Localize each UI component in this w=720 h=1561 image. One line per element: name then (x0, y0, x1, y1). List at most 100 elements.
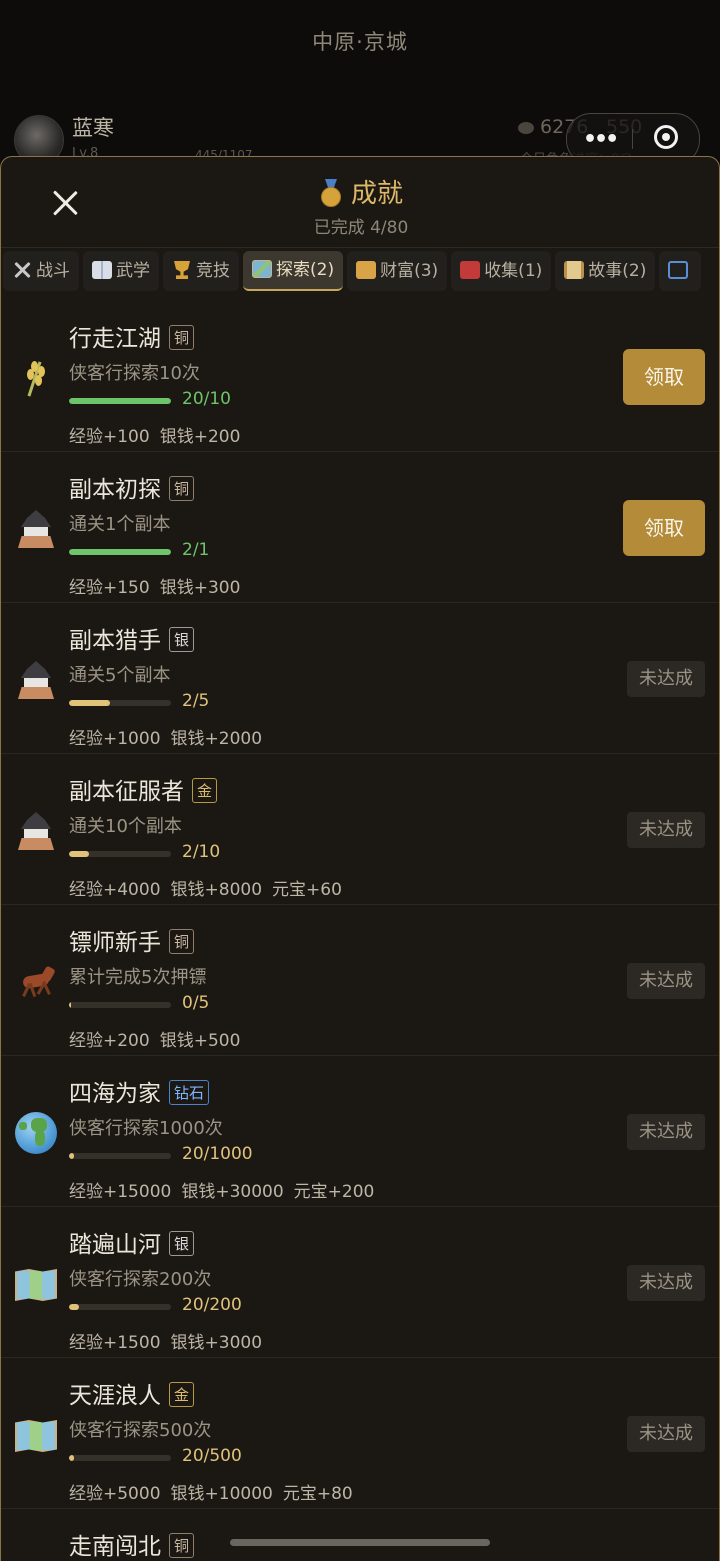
progress-bar (69, 1002, 171, 1008)
reward-exp: 经验+15000 (69, 1182, 172, 1202)
reward-silver: 银钱+2000 (170, 729, 263, 749)
achievement-row: 天涯浪人金 侠客行探索500次 20/500 经验+5000 银钱+10000 元宝… (1, 1358, 719, 1509)
tier-badge: 银 (169, 627, 195, 652)
tier-badge: 铜 (169, 929, 195, 954)
reward-line: 经验+15000 银钱+30000 元宝+200 (69, 1177, 384, 1202)
reward-ingot: 元宝+80 (282, 1484, 353, 1504)
achievement-title: 副本猎手 (69, 628, 161, 654)
achievement-sheet: 成就 已完成 4/80 战斗 武学 竞技 探索(2) 财富(3) 收集(1) 故事(2) 行… (0, 156, 720, 1561)
reward-ingot: 元宝+200 (293, 1182, 375, 1202)
reward-line: 经验+4000 银钱+8000 元宝+60 (69, 875, 352, 900)
castle-icon (15, 659, 57, 701)
gift-icon (460, 261, 481, 279)
achievement-desc: 通关1个副本 (69, 514, 171, 535)
globe-icon (15, 1112, 57, 1154)
castle-icon (15, 508, 57, 550)
tab-arena[interactable]: 竞技 (163, 251, 239, 291)
achievement-desc: 通关5个副本 (69, 665, 171, 686)
progress-bar (69, 851, 171, 857)
not-achieved-tag: 未达成 (627, 1416, 705, 1452)
tier-badge: 铜 (169, 1533, 195, 1558)
reward-silver: 银钱+200 (159, 427, 241, 447)
reward-silver: 银钱+500 (159, 1031, 241, 1051)
achievement-title: 镖师新手 (69, 930, 161, 956)
reward-line: 经验+100 银钱+200 (69, 422, 250, 447)
tab-explore[interactable]: 探索(2) (243, 251, 344, 291)
progress-bar (69, 700, 171, 706)
reward-exp: 经验+200 (69, 1031, 150, 1051)
close-program-icon[interactable] (654, 125, 678, 149)
progress-bar (69, 1455, 171, 1461)
achievement-name: 副本征服者金 (69, 772, 218, 806)
not-achieved-tag: 未达成 (627, 812, 705, 848)
achievement-title: 行走江湖 (69, 326, 161, 352)
achievement-desc: 侠客行探索10次 (69, 363, 200, 384)
tab-more[interactable] (659, 251, 702, 291)
player-name: 蓝寒 (72, 116, 114, 140)
achievement-name: 副本猎手银 (69, 621, 195, 655)
progress-bar (69, 549, 171, 555)
tab-label: 收集(1) (484, 261, 543, 281)
reward-exp: 经验+5000 (69, 1484, 161, 1504)
more-icon[interactable]: ••• (583, 127, 619, 152)
reward-silver: 银钱+3000 (170, 1333, 263, 1353)
tab-label: 竞技 (196, 261, 230, 281)
achievement-name: 走南闯北铜 (69, 1527, 195, 1561)
achievement-desc: 累计完成5次押镖 (69, 967, 207, 988)
tab-wealth[interactable]: 财富(3) (347, 251, 448, 291)
not-achieved-tag: 未达成 (627, 661, 705, 697)
claim-button[interactable]: 领取 (623, 349, 705, 405)
progress-count: 2/10 (182, 842, 221, 862)
tab-label: 财富(3) (380, 261, 439, 281)
achievement-row: 副本猎手银 通关5个副本 2/5 经验+1000 银钱+2000 未达成 (1, 603, 719, 754)
not-achieved-tag: 未达成 (627, 1265, 705, 1301)
reward-silver: 银钱+10000 (170, 1484, 273, 1504)
tab-combat[interactable]: 战斗 (3, 251, 79, 291)
achievement-row: 走南闯北铜 (1, 1509, 719, 1561)
achievement-desc: 侠客行探索1000次 (69, 1118, 223, 1139)
tab-collect[interactable]: 收集(1) (451, 251, 552, 291)
sheet-title-text: 成就 (350, 179, 403, 209)
tier-badge: 金 (169, 1382, 195, 1407)
reward-ingot: 元宝+60 (272, 880, 342, 900)
money-bag-icon (356, 261, 377, 279)
claim-button[interactable]: 领取 (623, 500, 705, 556)
reward-line: 经验+5000 银钱+10000 元宝+80 (69, 1479, 363, 1504)
capsule-divider (632, 129, 633, 149)
progress-bar (69, 398, 171, 404)
progress-count: 20/1000 (182, 1144, 253, 1164)
reward-silver: 银钱+8000 (170, 880, 263, 900)
achievement-title: 踏遍山河 (69, 1232, 161, 1258)
tier-badge: 铜 (169, 325, 195, 350)
reward-line: 经验+1500 银钱+3000 (69, 1328, 272, 1353)
progress-count: 2/5 (182, 691, 210, 711)
achievement-title: 走南闯北 (69, 1534, 161, 1560)
achievement-row: 副本征服者金 通关10个副本 2/10 经验+4000 银钱+8000 元宝+60 … (1, 754, 719, 905)
achievement-name: 踏遍山河银 (69, 1225, 195, 1259)
book-icon (92, 261, 112, 279)
achievement-name: 天涯浪人金 (69, 1376, 195, 1410)
achievement-desc: 侠客行探索200次 (69, 1269, 212, 1290)
reward-line: 经验+1000 银钱+2000 (69, 724, 272, 749)
achievement-desc: 侠客行探索500次 (69, 1420, 212, 1441)
reward-exp: 经验+1000 (69, 729, 161, 749)
tab-story[interactable]: 故事(2) (555, 251, 656, 291)
progress-count: 20/10 (182, 389, 231, 409)
reward-line: 经验+150 银钱+300 (69, 573, 250, 598)
tab-label: 探索(2) (276, 260, 335, 280)
achievement-row: 行走江湖铜 侠客行探索10次 20/10 经验+100 银钱+200 领取 (1, 301, 719, 452)
category-tabs: 战斗 武学 竞技 探索(2) 财富(3) 收集(1) 故事(2) (3, 251, 705, 291)
achievement-title: 天涯浪人 (69, 1383, 161, 1409)
coin-icon (518, 121, 534, 134)
reward-exp: 经验+150 (69, 578, 150, 598)
crossed-swords-icon (12, 261, 32, 279)
divider (1, 247, 719, 248)
home-indicator[interactable] (230, 1539, 490, 1546)
achievement-title: 四海为家 (69, 1081, 161, 1107)
achievement-name: 副本初探铜 (69, 470, 195, 504)
tab-martial-arts[interactable]: 武学 (83, 251, 159, 291)
tab-label: 故事(2) (588, 261, 647, 281)
achievement-row: 副本初探铜 通关1个副本 2/1 经验+150 银钱+300 领取 (1, 452, 719, 603)
tier-badge: 钻石 (169, 1080, 210, 1105)
achievement-name: 四海为家 钻石 (69, 1074, 210, 1108)
